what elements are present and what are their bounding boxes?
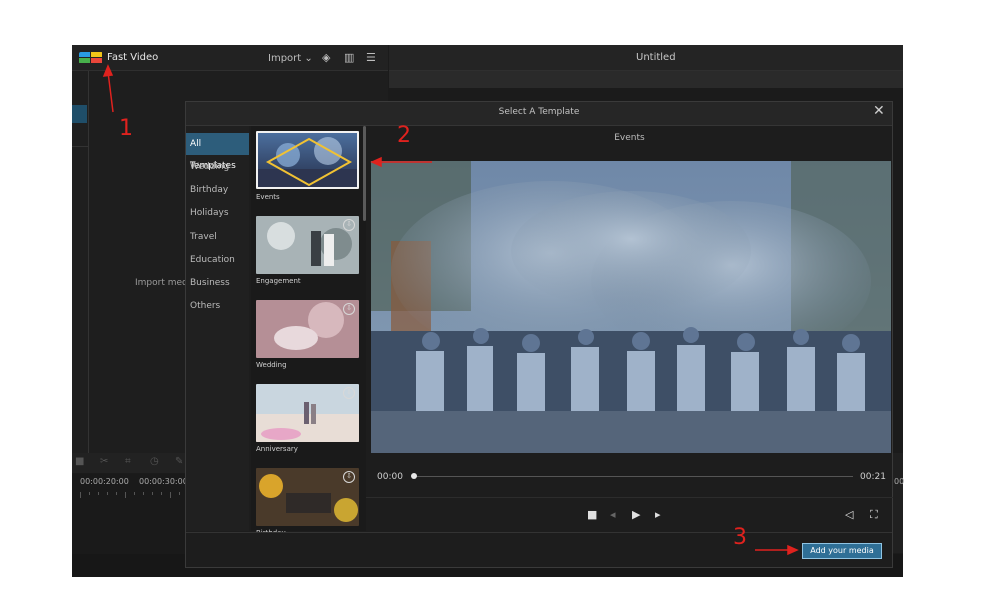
annotation-label-2: 2: [397, 123, 411, 148]
annotation-label-3: 3: [733, 525, 747, 550]
annotation-arrows: [102, 64, 799, 556]
annotation-label-1: 1: [119, 116, 133, 141]
